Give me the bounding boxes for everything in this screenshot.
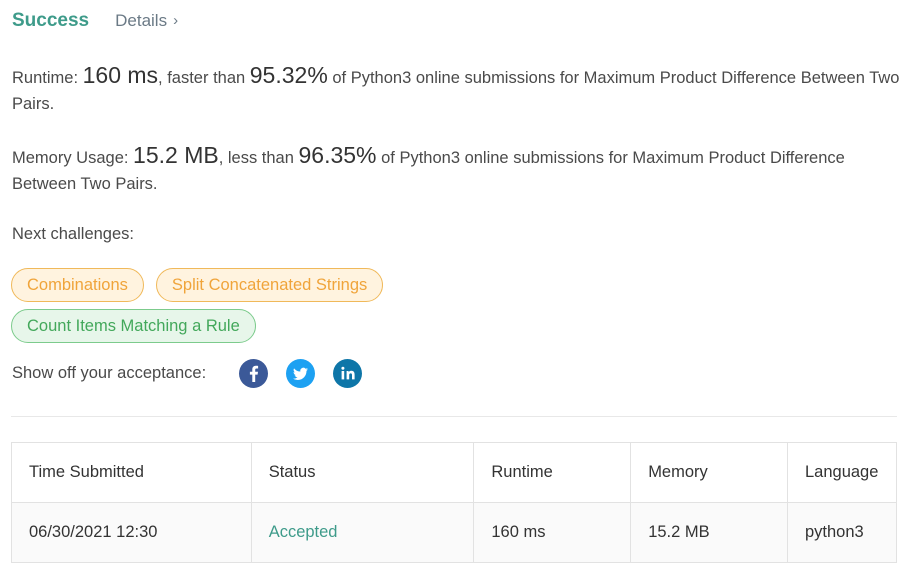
linkedin-icon[interactable] (333, 359, 363, 388)
challenge-tag-combinations[interactable]: Combinations (11, 268, 144, 302)
challenge-tag-split-concatenated-strings[interactable]: Split Concatenated Strings (155, 268, 384, 302)
memory-label: Memory Usage: (12, 149, 134, 167)
share-row: Show off your acceptance: (12, 359, 363, 388)
runtime-value: 160 ms (82, 62, 159, 88)
memory-value: 15.2 MB (133, 142, 219, 168)
status-title: Success (12, 10, 90, 31)
runtime-label: Runtime: (12, 69, 83, 87)
memory-stat: Memory Usage: 15.2 MB, less than 96.35% … (12, 142, 902, 197)
challenge-tag-count-items-matching-a-rule[interactable]: Count Items Matching a Rule (11, 309, 256, 343)
chevron-right-icon: › (173, 12, 179, 29)
result-header: Success Details › (12, 10, 178, 32)
memory-comparison: , less than (218, 149, 299, 167)
facebook-icon[interactable] (239, 359, 269, 388)
runtime-stat: Runtime: 160 ms, faster than 95.32% of P… (12, 62, 902, 117)
column-header-memory: Memory (630, 442, 788, 503)
twitter-icon[interactable] (286, 359, 316, 388)
cell-time-submitted: 06/30/2021 12:30 (11, 502, 252, 563)
details-label: Details (115, 11, 168, 30)
details-link[interactable]: Details › (115, 11, 178, 31)
column-header-language: Language (787, 442, 897, 503)
column-header-status: Status (250, 442, 475, 503)
share-label: Show off your acceptance: (12, 364, 207, 382)
table-header-row: Time Submitted Status Runtime Memory Lan… (11, 442, 897, 503)
share-icons (239, 359, 363, 388)
next-challenges-label: Next challenges: (12, 225, 134, 243)
column-header-time-submitted: Time Submitted (11, 442, 252, 503)
runtime-percent: 95.32% (249, 62, 328, 88)
accepted-status-link[interactable]: Accepted (269, 523, 338, 541)
cell-status: Accepted (250, 502, 475, 563)
column-header-runtime: Runtime (473, 442, 632, 503)
section-divider (11, 416, 897, 417)
cell-language: python3 (787, 502, 897, 563)
table-row: 06/30/2021 12:30 Accepted 160 ms 15.2 MB… (11, 502, 897, 563)
memory-percent: 96.35% (298, 142, 377, 168)
submissions-table: Time Submitted Status Runtime Memory Lan… (11, 442, 897, 563)
cell-runtime: 160 ms (473, 502, 632, 563)
runtime-comparison: , faster than (158, 69, 250, 87)
cell-memory: 15.2 MB (630, 502, 788, 563)
